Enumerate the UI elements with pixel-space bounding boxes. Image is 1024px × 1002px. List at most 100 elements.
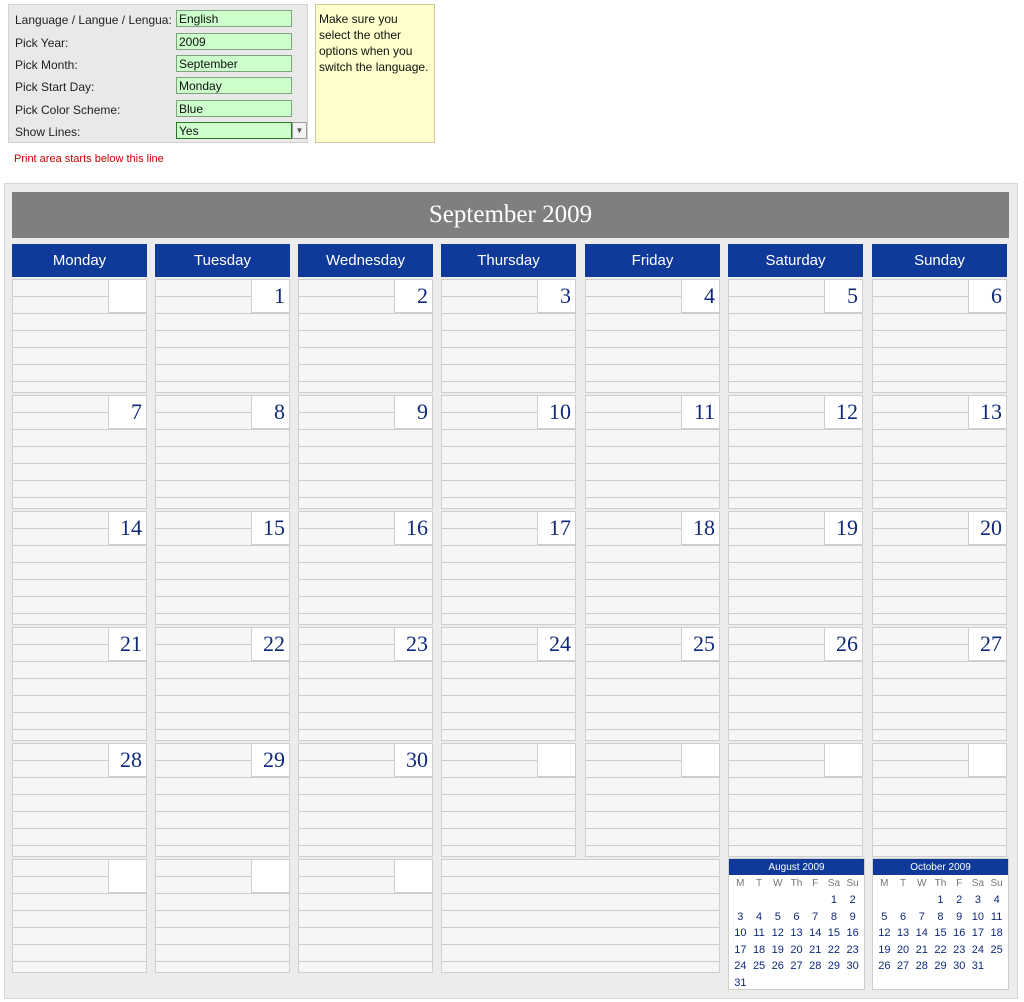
mini-day: 24 bbox=[734, 960, 747, 972]
mini-day: 18 bbox=[752, 943, 766, 956]
mini-weekday-header: M bbox=[736, 878, 745, 889]
day-cell[interactable] bbox=[585, 743, 720, 857]
mini-day: 31 bbox=[971, 960, 985, 972]
mini-day: 16 bbox=[953, 927, 966, 939]
day-cell[interactable]: 23 bbox=[298, 627, 433, 741]
language-field[interactable]: English bbox=[176, 10, 292, 27]
day-number: 6 bbox=[968, 279, 1007, 313]
day-number: 19 bbox=[824, 511, 863, 545]
mini-day bbox=[806, 892, 825, 909]
mini-day bbox=[768, 975, 787, 992]
day-cell[interactable]: 10 bbox=[441, 395, 576, 509]
mini-day: 23 bbox=[846, 943, 859, 956]
dropdown-arrow-icon[interactable]: ▼ bbox=[292, 122, 307, 139]
day-number: 10 bbox=[537, 395, 576, 429]
day-cell[interactable]: 3 bbox=[441, 279, 576, 393]
setting-language-label: Language / Langue / Lengua: bbox=[15, 13, 172, 27]
day-header-tuesday: Tuesday bbox=[155, 244, 290, 277]
mini-day: 22 bbox=[934, 943, 947, 956]
day-number: 26 bbox=[824, 627, 863, 661]
day-cell[interactable]: 13 bbox=[872, 395, 1007, 509]
day-number: 28 bbox=[108, 743, 147, 777]
setting-show-lines-label: Show Lines: bbox=[15, 125, 81, 139]
day-cell[interactable] bbox=[12, 279, 147, 393]
day-cell[interactable] bbox=[155, 859, 290, 973]
mini-day: 9 bbox=[849, 910, 856, 923]
mini-day: 29 bbox=[827, 960, 841, 972]
mini-weekday-header: Th bbox=[790, 878, 803, 889]
day-cell[interactable]: 12 bbox=[728, 395, 863, 509]
day-cell[interactable]: 7 bbox=[12, 395, 147, 509]
mini-day: 21 bbox=[915, 943, 928, 956]
mini-day: 14 bbox=[809, 927, 822, 939]
mini-day: 26 bbox=[878, 960, 891, 972]
mini-day: 5 bbox=[881, 910, 888, 923]
month-field[interactable]: September bbox=[176, 55, 292, 72]
day-number bbox=[537, 743, 576, 777]
day-cell[interactable]: 26 bbox=[728, 627, 863, 741]
start-day-field[interactable]: Monday bbox=[176, 77, 292, 94]
show-lines-field[interactable]: Yes bbox=[176, 122, 292, 139]
mini-day: 25 bbox=[752, 960, 766, 972]
day-cell[interactable]: 5 bbox=[728, 279, 863, 393]
day-cell[interactable]: 2 bbox=[298, 279, 433, 393]
mini-day: 30 bbox=[846, 960, 859, 972]
mini-day: 20 bbox=[790, 943, 803, 956]
day-cell[interactable]: 30 bbox=[298, 743, 433, 857]
day-header-saturday: Saturday bbox=[728, 244, 863, 277]
day-cell[interactable] bbox=[728, 743, 863, 857]
mini-day: 14 bbox=[915, 927, 928, 939]
day-cell[interactable]: 17 bbox=[441, 511, 576, 625]
day-cell[interactable]: 25 bbox=[585, 627, 720, 741]
mini-day: 9 bbox=[956, 910, 963, 923]
year-field[interactable]: 2009 bbox=[176, 33, 292, 50]
day-cell[interactable]: 15 bbox=[155, 511, 290, 625]
day-cell[interactable]: 19 bbox=[728, 511, 863, 625]
day-cell[interactable]: 29 bbox=[155, 743, 290, 857]
mini-day: 31 bbox=[734, 976, 747, 989]
mini-calendar-grid: M T W Th F Sa Su 1 2 3 4 5 6 7 8 9 10 11 12 13 14 15 16 17 18 19 2… bbox=[729, 875, 864, 991]
day-number bbox=[108, 859, 147, 893]
mini-weekday-header: Sa bbox=[971, 878, 985, 889]
day-cell[interactable]: 24 bbox=[441, 627, 576, 741]
day-cell[interactable]: 9 bbox=[298, 395, 433, 509]
day-number: 18 bbox=[681, 511, 720, 545]
mini-day: 10 bbox=[734, 927, 747, 939]
day-header-sunday: Sunday bbox=[872, 244, 1007, 277]
day-cell[interactable]: 16 bbox=[298, 511, 433, 625]
mini-day: 22 bbox=[827, 943, 841, 956]
day-header-monday: Monday bbox=[12, 244, 147, 277]
day-number bbox=[824, 743, 863, 777]
mini-day: 5 bbox=[774, 910, 781, 923]
day-cell[interactable] bbox=[872, 743, 1007, 857]
mini-calendar-prev: August 2009 M T W Th F Sa Su 1 2 3 4 5 6 7 8 9 10 11 12 13 1… bbox=[728, 858, 865, 990]
day-cell[interactable]: 1 bbox=[155, 279, 290, 393]
day-cell[interactable]: 11 bbox=[585, 395, 720, 509]
mini-day bbox=[987, 958, 1006, 975]
day-cell[interactable]: 22 bbox=[155, 627, 290, 741]
mini-day bbox=[912, 892, 931, 909]
mini-day: 6 bbox=[900, 910, 907, 923]
mini-calendar-grid: M T W Th F Sa Su 1 2 3 4 5 6 7 8 9 10 11 12 13 14 15 16 17 18 19 2… bbox=[873, 875, 1008, 975]
mini-calendar-next: October 2009 M T W Th F Sa Su 1 2 3 4 5 6 7 8 9 10 11 12 13… bbox=[872, 858, 1009, 990]
day-cell[interactable] bbox=[12, 859, 147, 973]
day-number: 25 bbox=[681, 627, 720, 661]
day-cell[interactable]: 28 bbox=[12, 743, 147, 857]
day-cell[interactable]: 14 bbox=[12, 511, 147, 625]
day-cell[interactable]: 18 bbox=[585, 511, 720, 625]
mini-day bbox=[894, 892, 913, 909]
day-cell[interactable]: 4 bbox=[585, 279, 720, 393]
day-cell[interactable]: 8 bbox=[155, 395, 290, 509]
day-header-friday: Friday bbox=[585, 244, 720, 277]
day-cell[interactable] bbox=[298, 859, 433, 973]
color-scheme-field[interactable]: Blue bbox=[176, 100, 292, 117]
day-number: 21 bbox=[108, 627, 147, 661]
day-cell[interactable]: 21 bbox=[12, 627, 147, 741]
day-cell[interactable]: 20 bbox=[872, 511, 1007, 625]
notes-area[interactable] bbox=[441, 859, 720, 973]
day-cell[interactable] bbox=[441, 743, 576, 857]
day-cell[interactable]: 6 bbox=[872, 279, 1007, 393]
mini-weekday-header: T bbox=[756, 878, 763, 889]
day-cell[interactable]: 27 bbox=[872, 627, 1007, 741]
day-number bbox=[968, 743, 1007, 777]
